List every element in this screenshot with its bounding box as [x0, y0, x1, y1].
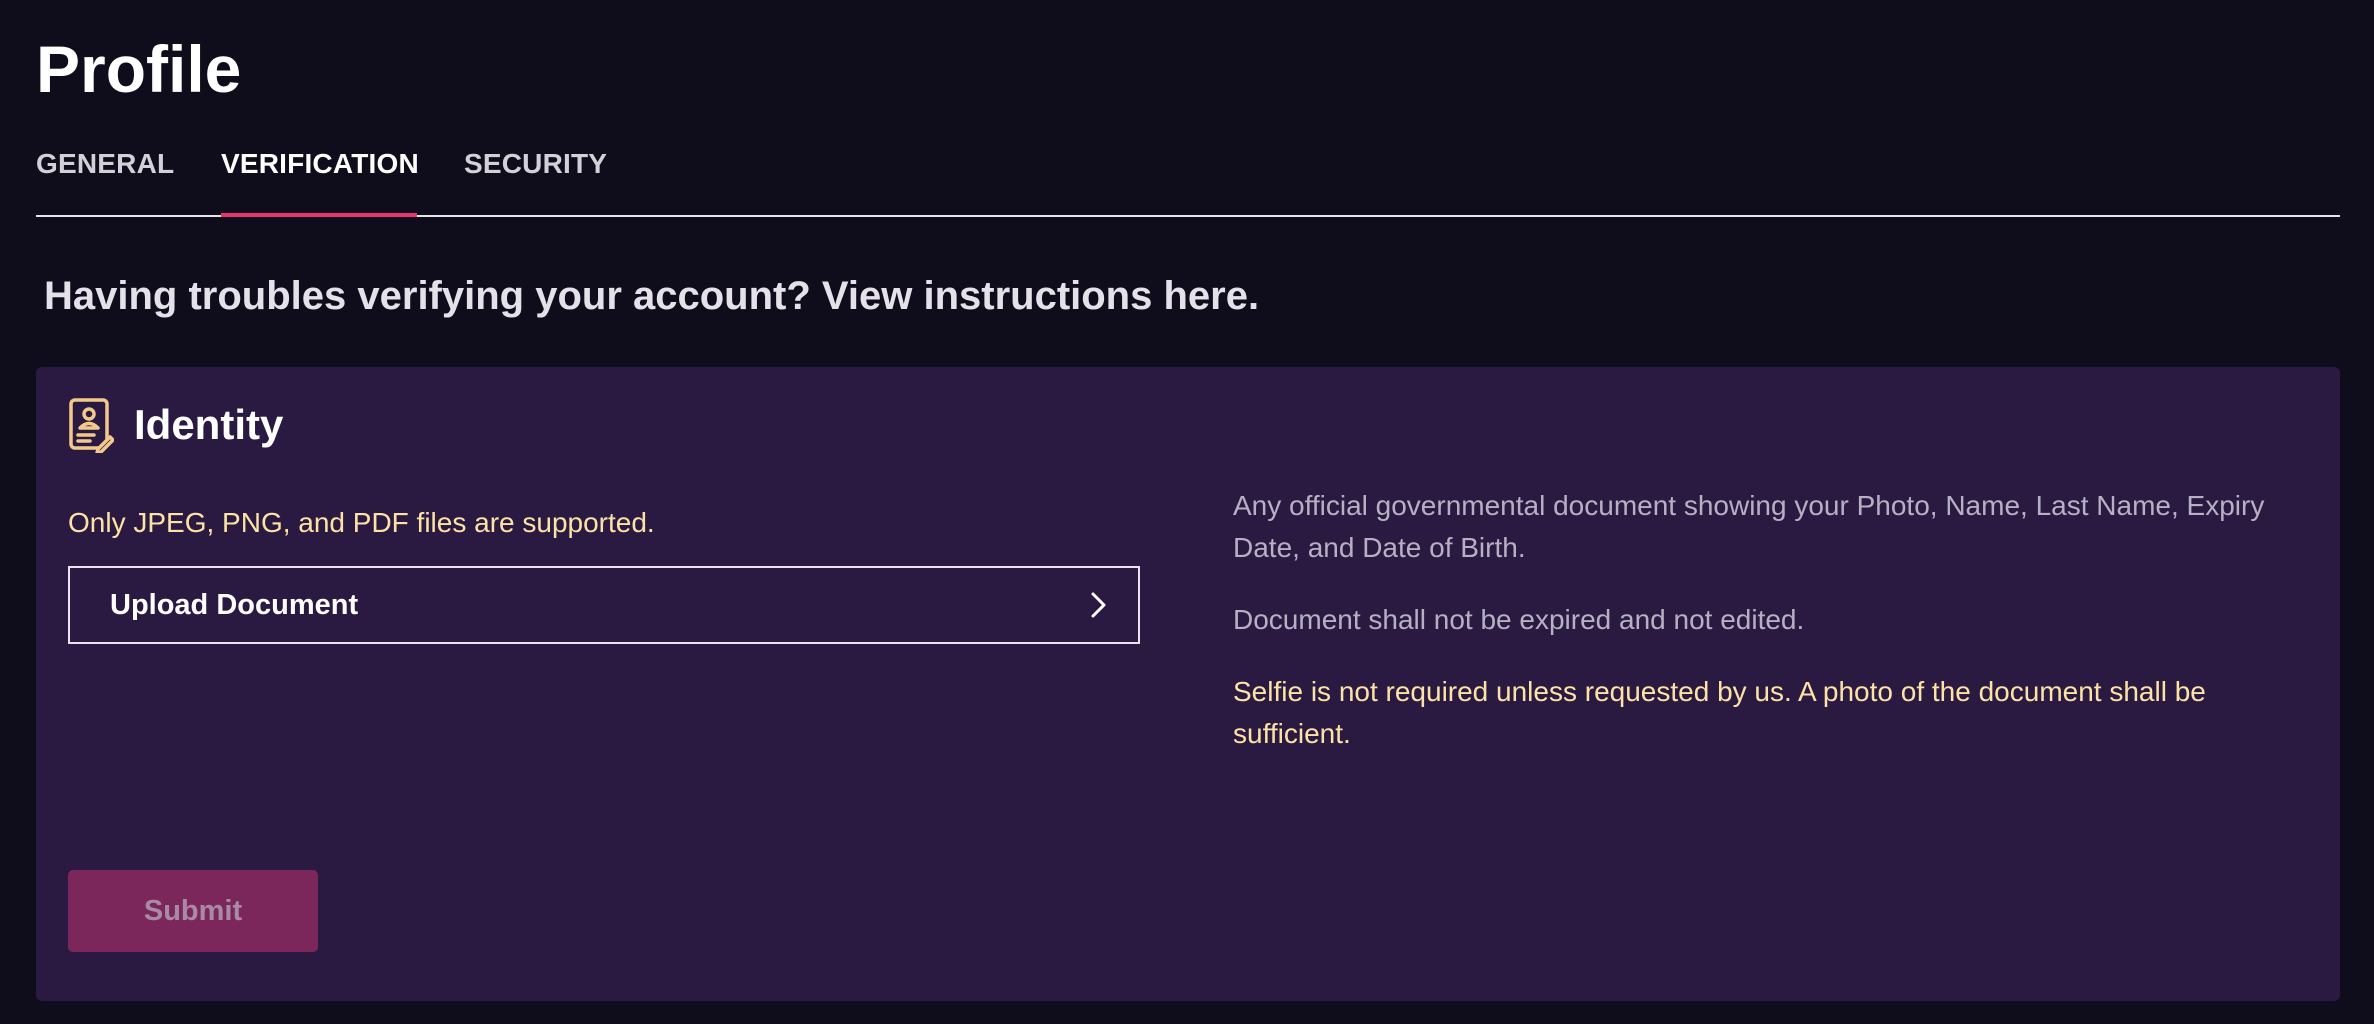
tab-bar: GENERAL VERIFICATION SECURITY: [36, 135, 2340, 217]
requirement-selfie-note: Selfie is not required unless requested …: [1233, 676, 2206, 749]
tab-general[interactable]: GENERAL: [36, 143, 174, 215]
verification-help-link[interactable]: Having troubles verifying your account? …: [44, 274, 1259, 319]
upload-document-button[interactable]: Upload Document: [68, 566, 1140, 644]
supported-formats-note: Only JPEG, PNG, and PDF files are suppor…: [68, 507, 655, 538]
identity-document-icon: [68, 397, 115, 455]
submit-button[interactable]: Submit: [68, 870, 318, 952]
tab-verification[interactable]: VERIFICATION: [221, 143, 419, 215]
identity-card-header: Identity: [68, 397, 284, 455]
upload-document-label: Upload Document: [110, 589, 359, 621]
page-title: Profile: [36, 32, 242, 106]
identity-card: Identity Only JPEG, PNG, and PDF files a…: [36, 367, 2340, 1001]
requirement-document-types: Any official governmental document showi…: [1233, 490, 2265, 563]
tab-security[interactable]: SECURITY: [464, 143, 607, 215]
document-requirements: Any official governmental document showi…: [1233, 485, 2313, 785]
active-tab-indicator: [221, 213, 417, 217]
requirement-not-expired: Document shall not be expired and not ed…: [1233, 604, 1805, 635]
identity-title: Identity: [134, 401, 284, 448]
chevron-right-icon: [1084, 591, 1112, 619]
